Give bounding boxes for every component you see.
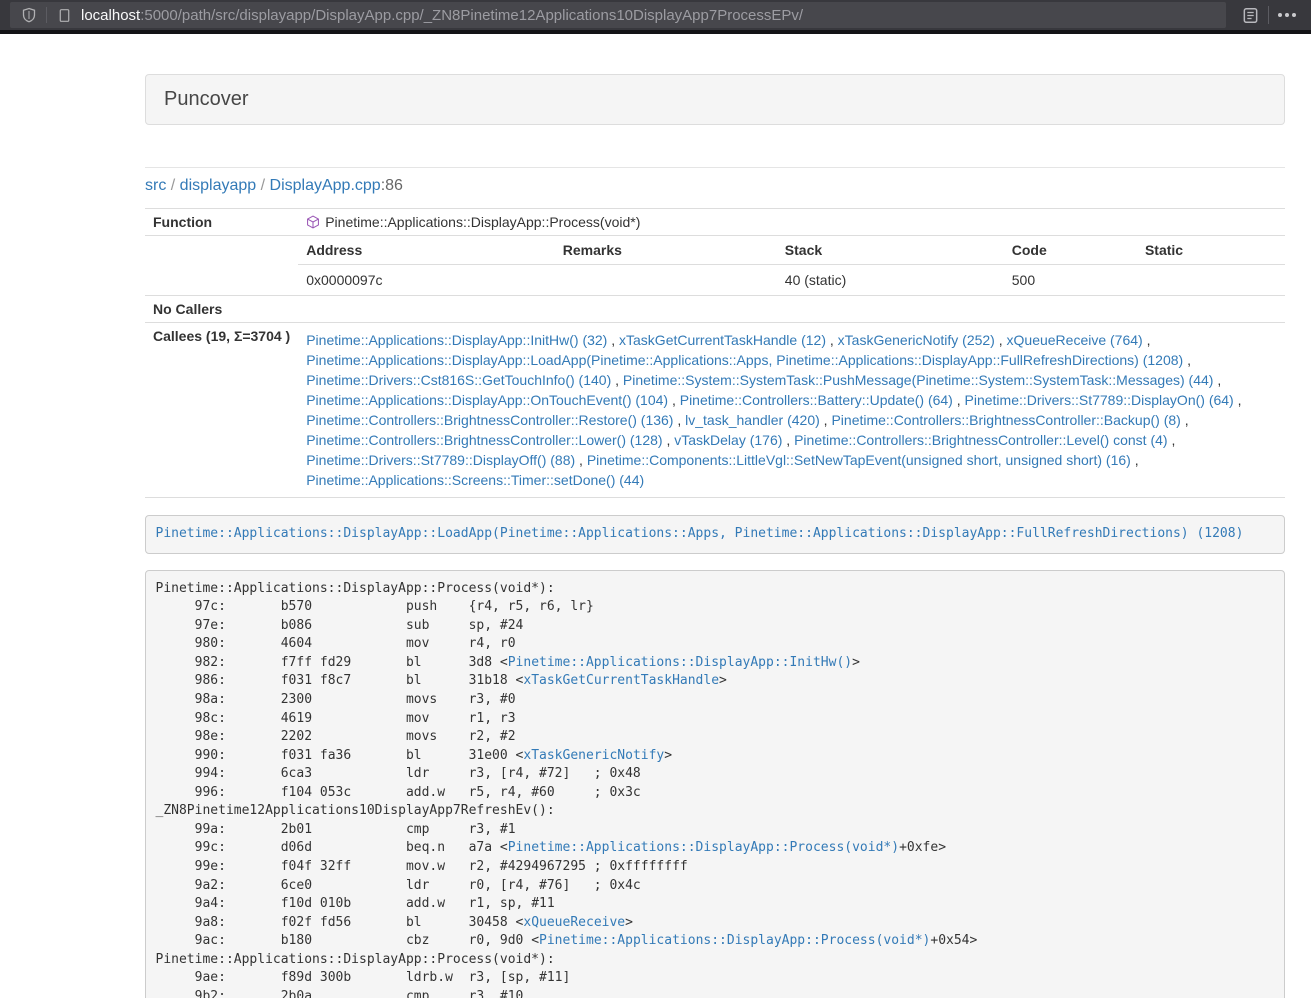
symbol-value-cell: 40 (static) <box>777 265 1004 296</box>
callees-row: Callees (19, Σ=3704 ) Pinetime::Applicat… <box>145 323 1285 498</box>
asm-symbol-link[interactable]: xTaskGenericNotify <box>523 748 664 763</box>
callee-separator: , <box>953 392 965 408</box>
more-menu-icon[interactable] <box>1273 2 1301 28</box>
callee-separator: , <box>607 332 619 348</box>
browser-toolbar: localhost:5000/path/src/displayapp/Displ… <box>0 0 1311 34</box>
no-callers-label: No Callers <box>145 296 298 323</box>
symbol-detail-row: AddressRemarksStackCodeStatic 0x0000097c… <box>145 236 1285 296</box>
callee-separator: , <box>820 412 832 428</box>
callee-separator: , <box>782 432 794 448</box>
function-row: Function Pinetime::Applications::Display… <box>145 209 1285 236</box>
callee-separator: , <box>663 432 675 448</box>
page-title: Puncover <box>164 88 1266 111</box>
toolbar-divider <box>1268 6 1269 24</box>
function-label: Function <box>145 209 298 236</box>
symbol-detail-cell: AddressRemarksStackCodeStatic 0x0000097c… <box>298 236 1285 296</box>
symbol-value-cell <box>1137 265 1285 296</box>
symbol-value-cell: 500 <box>1004 265 1137 296</box>
callee-link[interactable]: xQueueReceive (764) <box>1007 332 1143 348</box>
callee-link[interactable]: Pinetime::Controllers::BrightnessControl… <box>306 432 662 448</box>
callee-link[interactable]: xTaskGenericNotify (252) <box>838 332 995 348</box>
url-path: :5000/path/src/displayapp/DisplayApp.cpp… <box>140 7 803 24</box>
callee-link[interactable]: xTaskGetCurrentTaskHandle (12) <box>619 332 826 348</box>
column-header: Static <box>1137 236 1285 265</box>
symbol-table-value-row: 0x0000097c 40 (static)500 <box>298 265 1285 296</box>
symbol-value-cell: 0x0000097c <box>298 265 555 296</box>
callee-link[interactable]: Pinetime::Drivers::St7789::DisplayOn() (… <box>965 392 1234 408</box>
symbol-detail-label <box>145 236 298 296</box>
disassembly: Pinetime::Applications::DisplayApp::Proc… <box>145 570 1285 998</box>
urlbar-divider <box>46 7 47 23</box>
callee-link[interactable]: Pinetime::Applications::DisplayApp::OnTo… <box>306 392 668 408</box>
symbol-table: AddressRemarksStackCodeStatic 0x0000097c… <box>298 236 1285 295</box>
column-header: Address <box>298 236 555 265</box>
callee-link[interactable]: vTaskDelay (176) <box>674 432 782 448</box>
asm-symbol-link[interactable]: Pinetime::Applications::DisplayApp::Proc… <box>539 933 930 948</box>
callee-separator: , <box>1168 432 1176 448</box>
symbol-value-cell <box>555 265 777 296</box>
divider <box>145 167 1285 168</box>
callee-separator: , <box>673 412 685 428</box>
callee-separator: , <box>1213 372 1221 388</box>
callee-link[interactable]: Pinetime::Controllers::Battery::Update()… <box>680 392 953 408</box>
callee-link[interactable]: Pinetime::Drivers::St7789::DisplayOff() … <box>306 452 575 468</box>
asm-symbol-link[interactable]: xQueueReceive <box>523 915 625 930</box>
callee-separator: , <box>1131 452 1139 468</box>
callers-row: No Callers <box>145 296 1285 323</box>
breadcrumb-link[interactable]: displayapp <box>180 177 257 194</box>
callee-link[interactable]: lv_task_handler (420) <box>685 412 820 428</box>
breadcrumb-link[interactable]: src <box>145 177 166 194</box>
callees-label: Callees (19, Σ=3704 ) <box>145 323 298 498</box>
callee-separator: , <box>1183 352 1191 368</box>
url-text[interactable]: localhost:5000/path/src/displayapp/Displ… <box>81 7 803 24</box>
asm-symbol-link[interactable]: xTaskGetCurrentTaskHandle <box>523 673 719 688</box>
callee-link[interactable]: Pinetime::Controllers::BrightnessControl… <box>831 412 1180 428</box>
breadcrumb: src / displayapp / DisplayApp.cpp:86 <box>145 177 1285 195</box>
callee-link[interactable]: Pinetime::System::SystemTask::PushMessag… <box>623 372 1214 388</box>
callee-link[interactable]: Pinetime::Controllers::BrightnessControl… <box>306 412 673 428</box>
callee-separator: , <box>668 392 680 408</box>
callee-link[interactable]: Pinetime::Controllers::BrightnessControl… <box>794 432 1167 448</box>
cube-icon <box>306 215 320 229</box>
callee-link[interactable]: Pinetime::Applications::DisplayApp::Load… <box>306 352 1183 368</box>
callee-separator: , <box>575 452 587 468</box>
callee-link[interactable]: Pinetime::Components::LittleVgl::SetNewT… <box>587 452 1131 468</box>
callee-separator: , <box>1143 332 1151 348</box>
breadcrumb-separator: / <box>166 177 179 194</box>
breadcrumb-line-number: :86 <box>381 177 403 194</box>
content-container: Puncover src / displayapp / DisplayApp.c… <box>145 74 1285 998</box>
page-icon <box>53 4 75 26</box>
callee-separator: , <box>1234 392 1242 408</box>
column-header: Remarks <box>555 236 777 265</box>
callee-separator: , <box>611 372 623 388</box>
function-name-cell: Pinetime::Applications::DisplayApp::Proc… <box>298 209 1285 236</box>
callees-cell: Pinetime::Applications::DisplayApp::Init… <box>298 323 1285 498</box>
asm-symbol-link[interactable]: Pinetime::Applications::DisplayApp::Proc… <box>508 840 899 855</box>
callee-link[interactable]: Pinetime::Applications::DisplayApp::Init… <box>306 332 607 348</box>
callee-separator: , <box>1181 412 1189 428</box>
callee-link[interactable]: Pinetime::Applications::Screens::Timer::… <box>306 472 644 488</box>
url-host: localhost <box>81 7 140 24</box>
column-header: Stack <box>777 236 1004 265</box>
breadcrumb-link[interactable]: DisplayApp.cpp <box>270 177 381 194</box>
callee-link[interactable]: Pinetime::Drivers::Cst816S::GetTouchInfo… <box>306 372 611 388</box>
symbol-table-header-row: AddressRemarksStackCodeStatic <box>298 236 1285 265</box>
loadapp-banner: Pinetime::Applications::DisplayApp::Load… <box>145 515 1285 554</box>
function-name: Pinetime::Applications::DisplayApp::Proc… <box>325 214 640 230</box>
callee-separator: , <box>995 332 1007 348</box>
url-bar[interactable]: localhost:5000/path/src/displayapp/Displ… <box>10 2 1226 28</box>
callers-cell <box>298 296 1285 323</box>
callee-separator: , <box>826 332 838 348</box>
column-header: Code <box>1004 236 1137 265</box>
app-header-panel: Puncover <box>145 74 1285 125</box>
shield-icon[interactable] <box>18 4 40 26</box>
reader-mode-icon[interactable] <box>1236 2 1264 28</box>
loadapp-banner-link[interactable]: Pinetime::Applications::DisplayApp::Load… <box>156 526 1244 541</box>
breadcrumb-separator: / <box>256 177 269 194</box>
function-table: Function Pinetime::Applications::Display… <box>145 208 1285 498</box>
asm-symbol-link[interactable]: Pinetime::Applications::DisplayApp::Init… <box>508 655 852 670</box>
